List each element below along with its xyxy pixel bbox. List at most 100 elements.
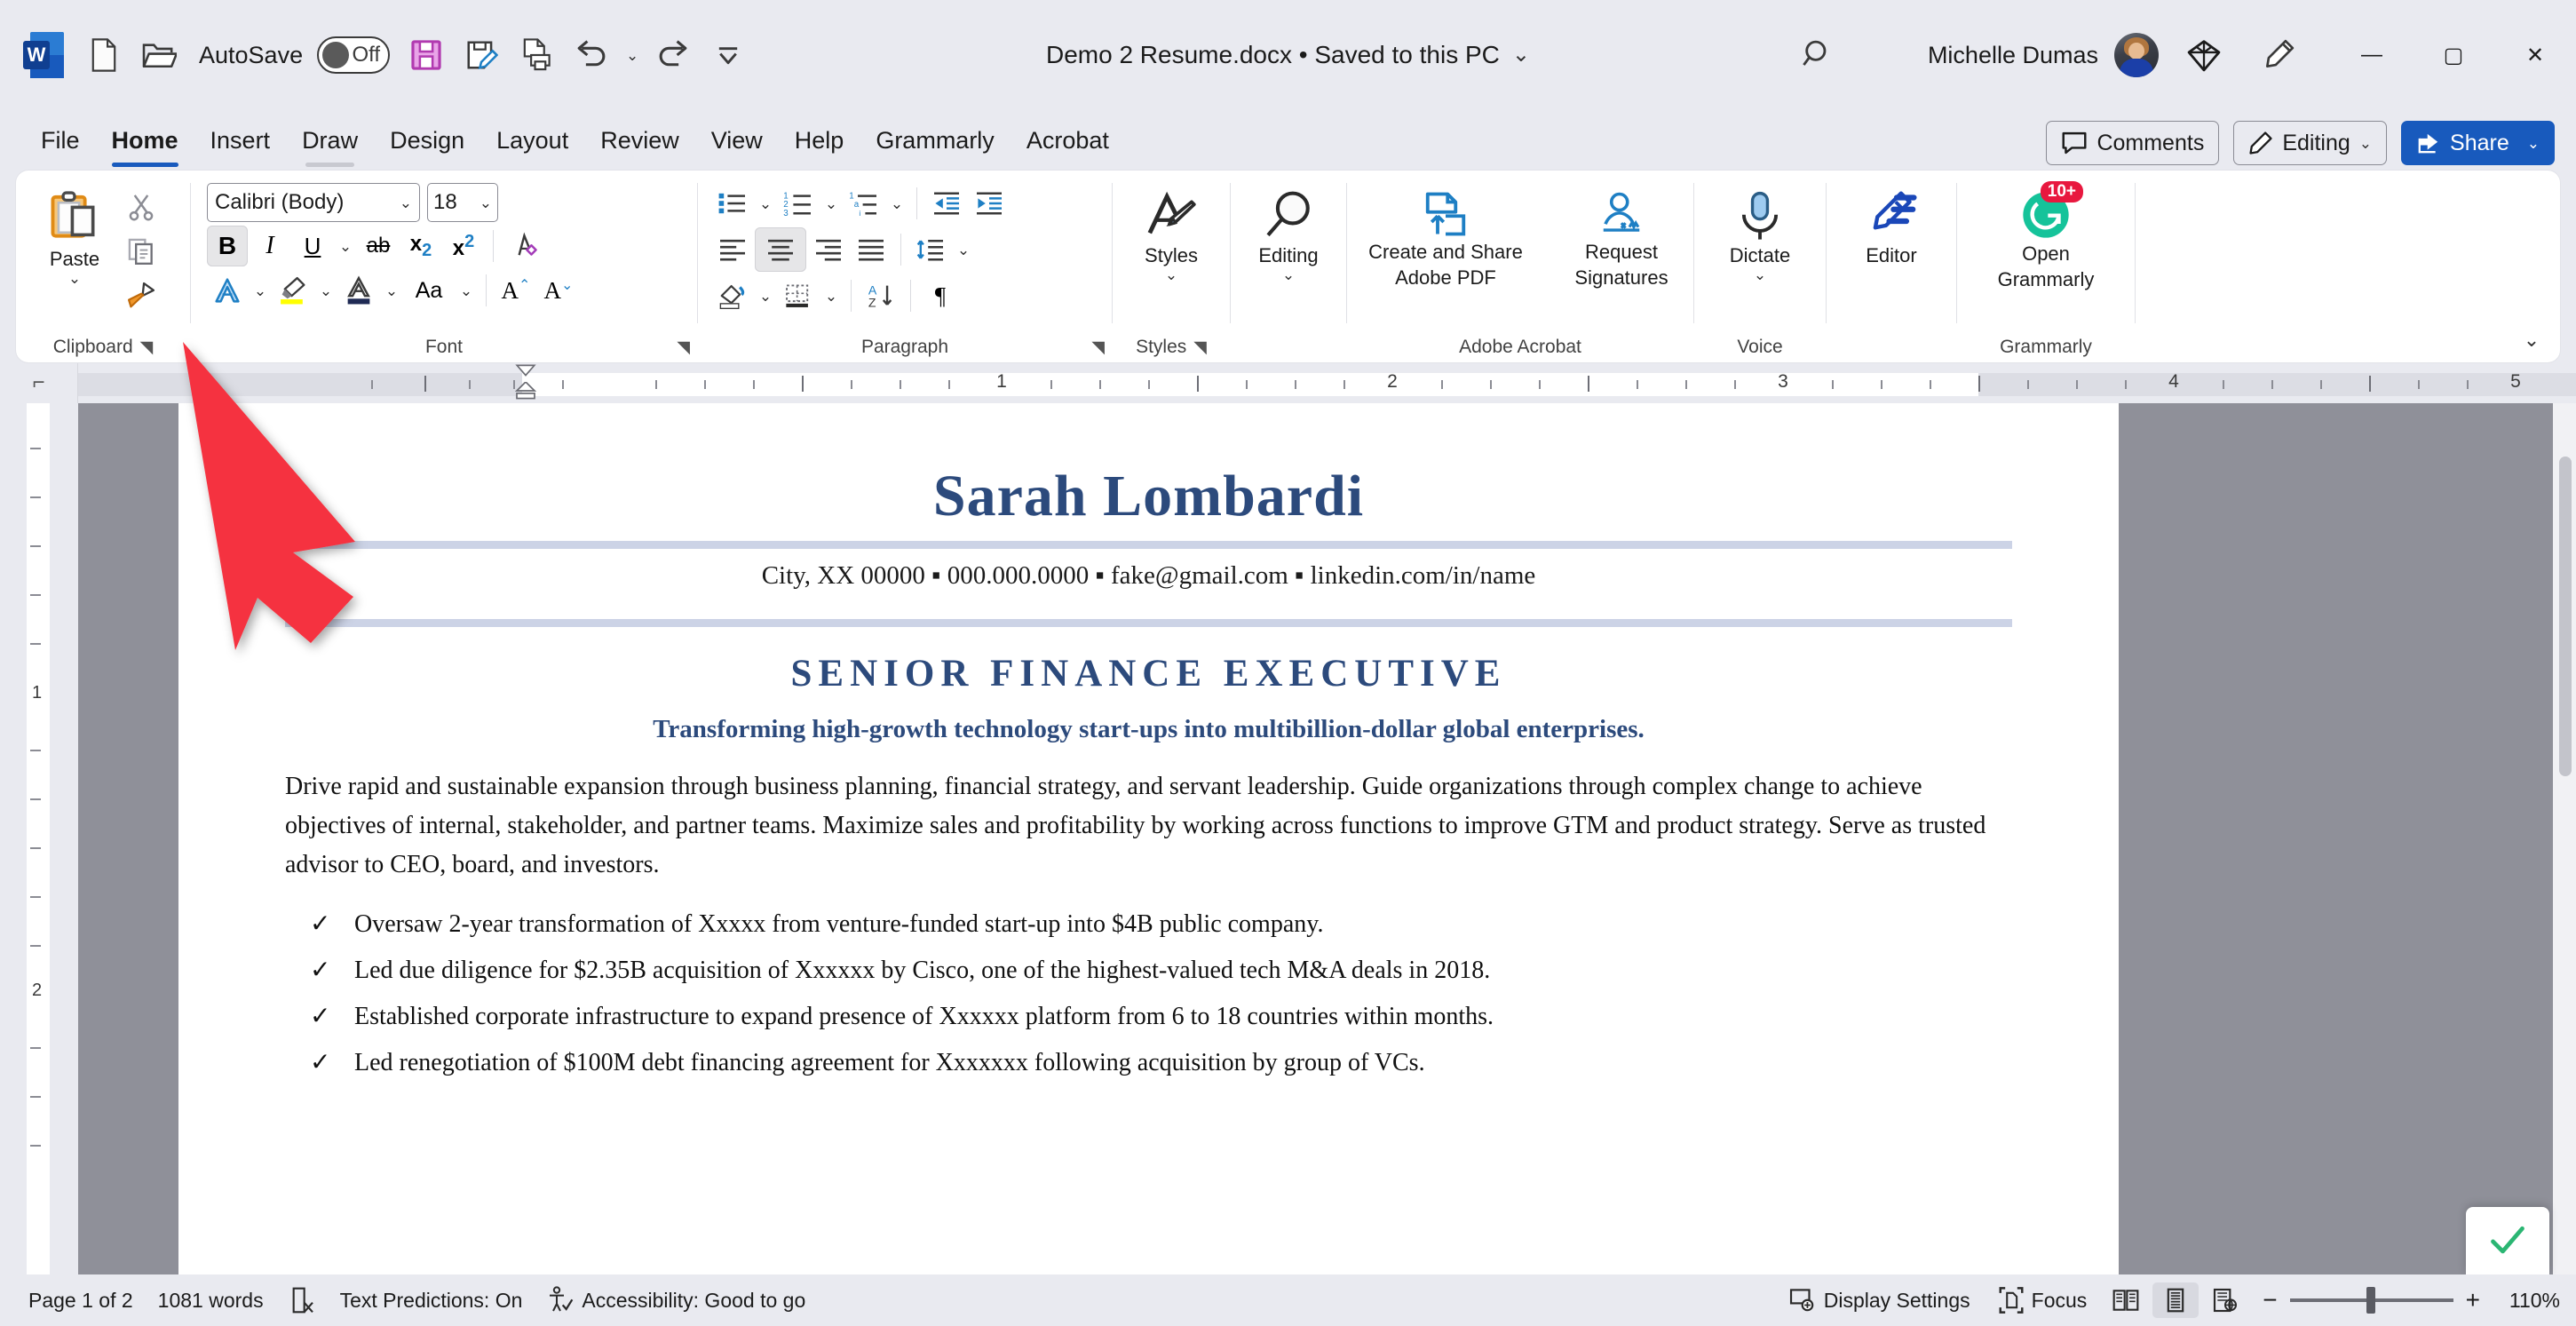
zoom-thumb[interactable] [2366,1287,2375,1314]
editing-button[interactable]: Editing ⌄ [1249,183,1327,290]
justify-icon[interactable] [851,229,892,270]
zoom-in-button[interactable]: + [2466,1286,2480,1314]
superscript-button[interactable]: x2 [443,226,484,266]
comments-button[interactable]: Comments [2046,121,2220,165]
editor-button[interactable]: Editor [1857,183,1926,274]
first-line-indent-marker[interactable] [515,364,536,377]
numbering-icon[interactable]: 123 [778,183,819,224]
diamond-icon[interactable] [2176,28,2231,83]
tab-draw[interactable]: Draw [286,119,374,171]
search-icon[interactable] [1791,28,1846,83]
multilevel-list-icon[interactable]: 1ai [844,183,884,224]
undo-icon[interactable] [564,28,619,83]
bullets-icon[interactable] [712,183,753,224]
shading-icon[interactable] [712,275,753,316]
paste-button[interactable]: Paste ⌄ [28,183,121,293]
new-document-icon[interactable] [76,28,131,83]
document-canvas[interactable]: Sarah Lombardi City, XX 00000 ▪ 000.000.… [78,403,2576,1274]
align-right-icon[interactable] [808,229,849,270]
tab-review[interactable]: Review [584,119,695,171]
underline-button[interactable]: U [292,226,333,266]
account-name[interactable]: Michelle Dumas [1928,42,2098,69]
customize-quick-access-icon[interactable] [701,28,756,83]
tab-view[interactable]: View [695,119,779,171]
word-count[interactable]: 1081 words [146,1285,276,1316]
paste-chevron-down-icon[interactable]: ⌄ [68,271,81,286]
accessibility-status[interactable]: Accessibility: Good to go [535,1282,818,1318]
redo-icon[interactable] [646,28,701,83]
text-predictions-status[interactable]: Text Predictions: On [328,1285,535,1316]
maximize-button[interactable]: ▢ [2413,0,2494,110]
change-case-chevron-down-icon[interactable]: ⌄ [456,283,477,298]
tab-insert[interactable]: Insert [194,119,287,171]
print-layout-button[interactable] [2152,1282,2200,1318]
shading-chevron-down-icon[interactable]: ⌄ [755,289,776,304]
vertical-ruler[interactable]: 1 2 [0,403,78,1274]
font-size-chevron-down-icon[interactable]: ⌄ [480,195,492,210]
proofing-errors-icon[interactable] [276,1282,328,1318]
styles-dialog-launcher-icon[interactable]: ◥ [1193,337,1207,358]
sort-icon[interactable]: AZ [860,275,901,316]
print-preview-icon[interactable] [509,28,564,83]
avatar[interactable] [2114,33,2159,77]
document-title[interactable]: Demo 2 Resume.docx • Saved to this PC ⌄ [1032,34,1544,76]
underline-chevron-down-icon[interactable]: ⌄ [335,239,356,254]
shrink-font-icon[interactable]: A⌄ [538,270,579,311]
paragraph-dialog-launcher-icon[interactable]: ◥ [1091,337,1105,358]
change-case-button[interactable]: Aa [404,270,454,311]
tab-layout[interactable]: Layout [480,119,584,171]
open-folder-icon[interactable] [131,28,186,83]
align-center-icon[interactable] [755,227,806,272]
text-highlight-color-icon[interactable] [273,270,313,311]
open-grammarly-button[interactable]: 10+ Open Grammarly [1975,181,2117,298]
font-dialog-launcher-icon[interactable]: ◥ [677,337,690,358]
show-formatting-marks-icon[interactable]: ¶ [920,275,961,316]
styles-button[interactable]: Styles ⌄ [1136,183,1207,290]
share-button[interactable]: Share ⌄ [2401,121,2555,165]
borders-chevron-down-icon[interactable]: ⌄ [820,289,842,304]
read-mode-button[interactable] [2103,1282,2149,1318]
grow-font-icon[interactable]: A⌃ [495,270,536,311]
collapse-ribbon-chevron-down-icon[interactable]: ⌄ [2516,327,2548,353]
horizontal-ruler[interactable]: 1 2 3 4 5 [78,362,2576,403]
cut-icon[interactable] [121,187,162,227]
save-edit-icon[interactable] [454,28,509,83]
autosave-toggle[interactable]: Off [317,36,391,74]
undo-dropdown-chevron-down-icon[interactable]: ⌄ [619,35,646,75]
hanging-indent-marker[interactable] [514,380,537,400]
subscript-button[interactable]: x2 [400,226,441,266]
tab-home[interactable]: Home [96,119,194,171]
vertical-scrollbar[interactable] [2553,403,2576,1274]
bold-button[interactable]: B [207,226,248,266]
editing-mode-button[interactable]: Editing ⌄ [2233,121,2388,165]
decrease-indent-icon[interactable] [926,183,967,224]
page-indicator[interactable]: Page 1 of 2 [16,1285,146,1316]
font-name-input[interactable]: Calibri (Body) ⌄ [207,183,420,222]
multilevel-chevron-down-icon[interactable]: ⌄ [886,196,908,211]
request-signatures-button[interactable]: Request Signatures [1555,183,1688,296]
font-color-chevron-down-icon[interactable]: ⌄ [381,283,402,298]
dictate-button[interactable]: Dictate ⌄ [1721,183,1799,290]
italic-button[interactable]: I [250,226,290,266]
line-spacing-icon[interactable] [910,229,951,270]
zoom-slider[interactable]: − + [2252,1286,2491,1314]
format-painter-icon[interactable] [121,275,162,316]
document-page[interactable]: Sarah Lombardi City, XX 00000 ▪ 000.000.… [178,403,2119,1274]
display-settings-button[interactable]: Display Settings [1777,1283,1983,1317]
text-effects-icon[interactable] [207,270,248,311]
share-chevron-down-icon[interactable]: ⌄ [2527,136,2540,151]
strikethrough-button[interactable]: ab [358,226,399,266]
web-layout-button[interactable] [2202,1282,2248,1318]
document-title-chevron-down-icon[interactable]: ⌄ [1512,44,1530,66]
numbering-chevron-down-icon[interactable]: ⌄ [820,196,842,211]
line-spacing-chevron-down-icon[interactable]: ⌄ [953,242,974,258]
text-highlight-chevron-down-icon[interactable]: ⌄ [315,283,337,298]
clipboard-dialog-launcher-icon[interactable]: ◥ [140,337,154,358]
font-name-chevron-down-icon[interactable]: ⌄ [400,195,412,210]
dictate-chevron-down-icon[interactable]: ⌄ [1754,267,1766,282]
editing-chevron-down-icon[interactable]: ⌄ [2359,136,2372,151]
zoom-out-button[interactable]: − [2263,1286,2277,1314]
zoom-track[interactable] [2289,1287,2453,1314]
minimize-button[interactable]: — [2331,0,2413,110]
text-effects-chevron-down-icon[interactable]: ⌄ [250,283,271,298]
